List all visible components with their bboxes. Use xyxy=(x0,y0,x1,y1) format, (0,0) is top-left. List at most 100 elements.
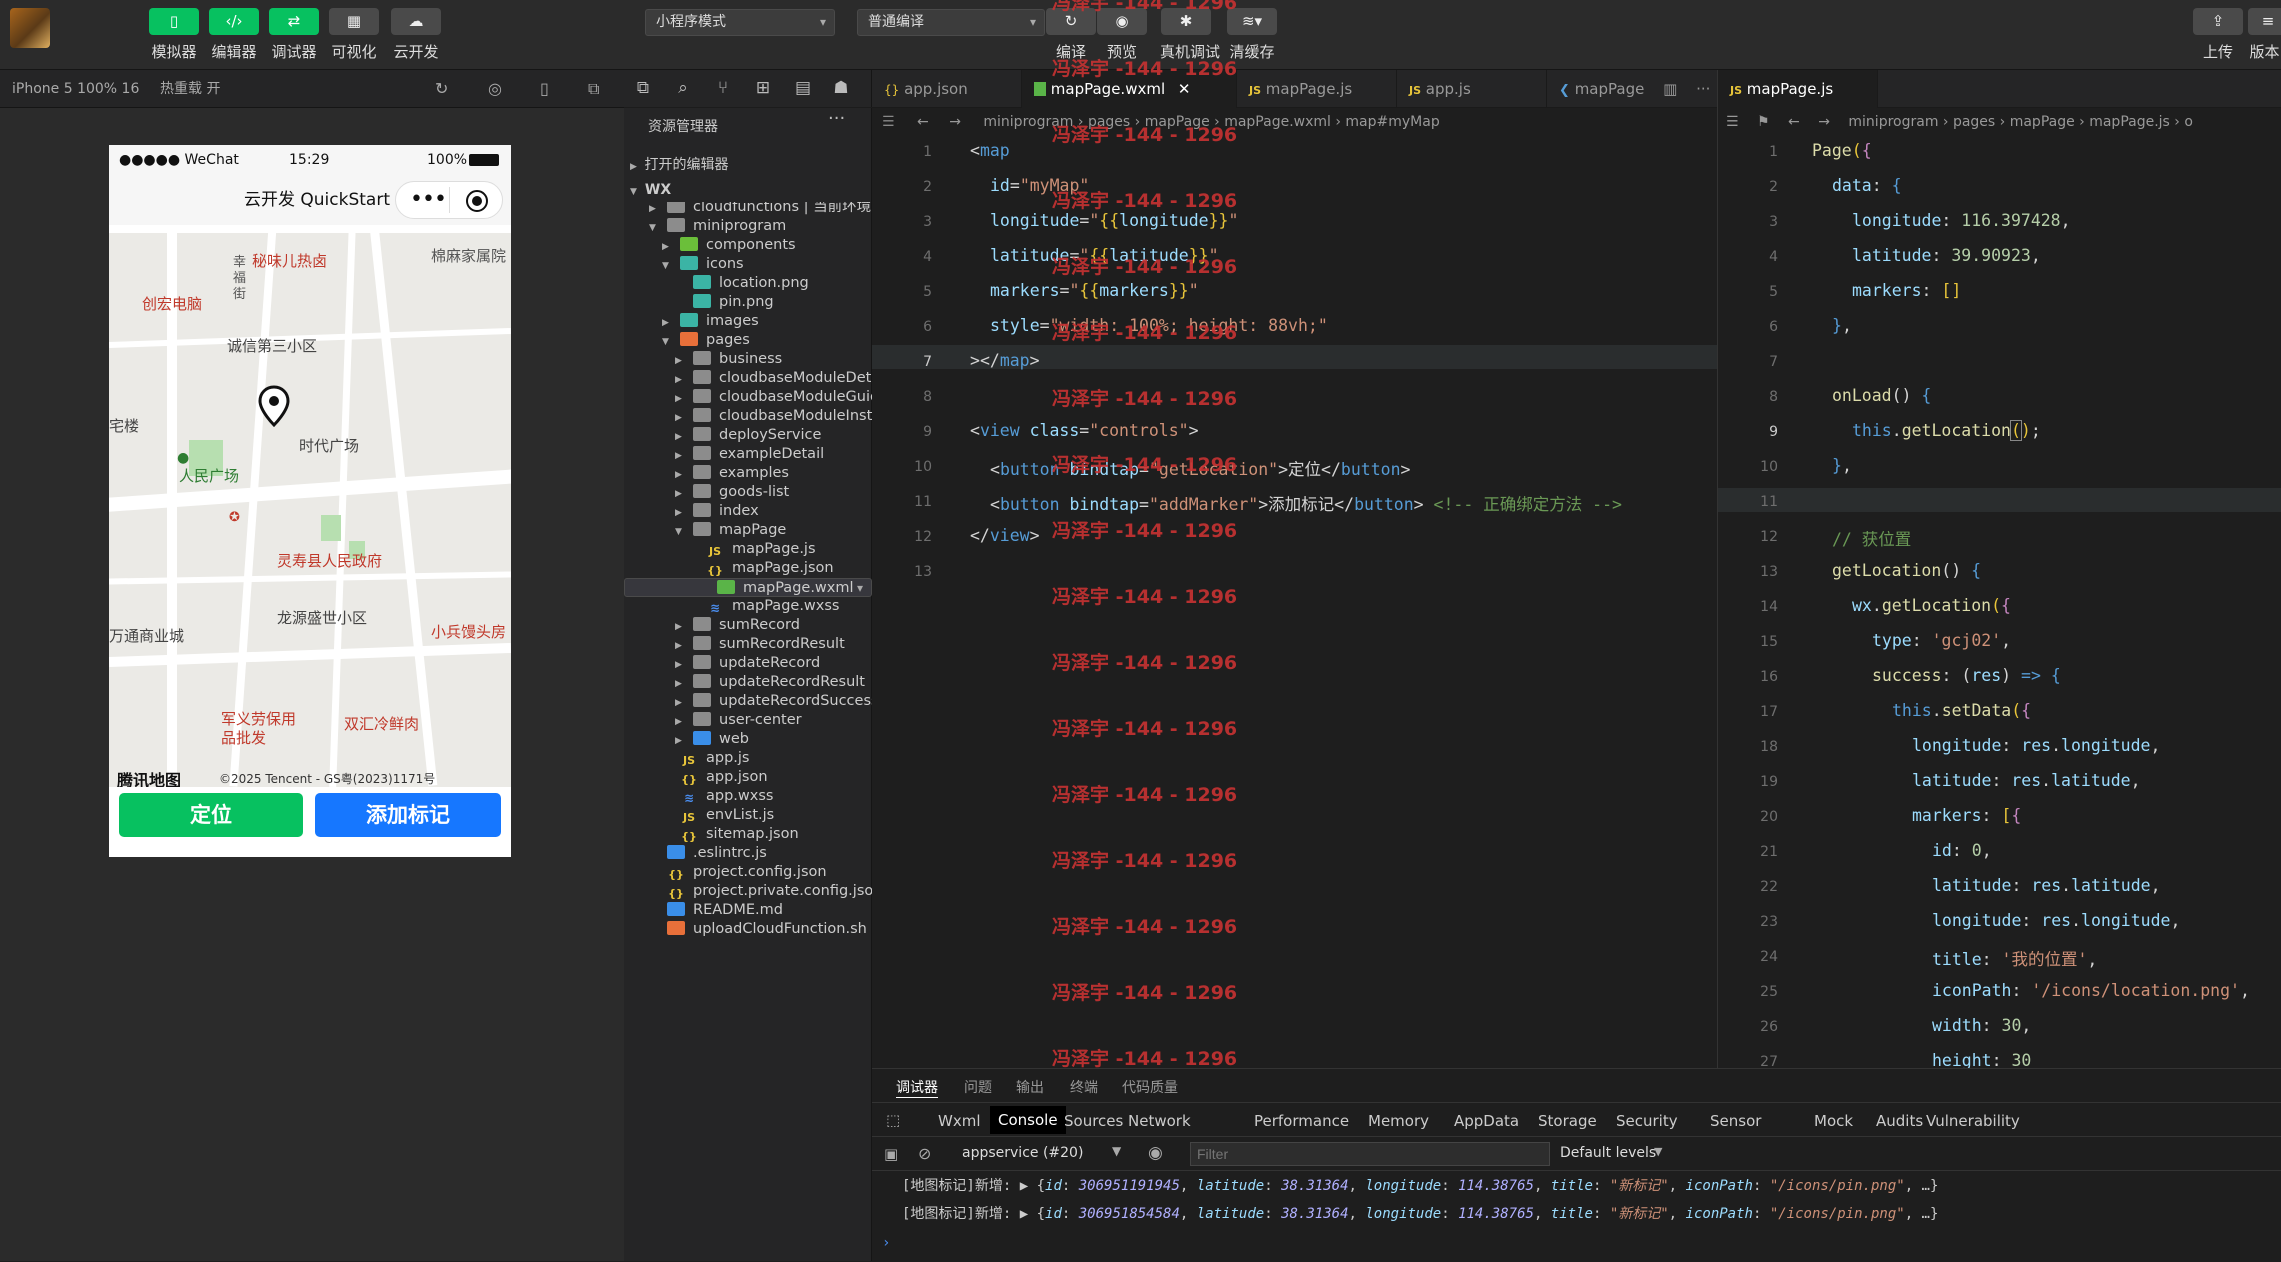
context-select[interactable]: appservice (#20) xyxy=(962,1145,1083,1161)
extensions-icon[interactable]: ⊞ xyxy=(752,78,774,100)
files-icon[interactable]: ⧉ xyxy=(632,78,654,100)
tree-item[interactable]: ▶ updateRecord xyxy=(624,654,872,673)
tree-item[interactable]: {} app.json xyxy=(624,768,872,787)
panel-tab[interactable]: 问题 xyxy=(964,1077,992,1097)
tree-item[interactable]: {} project.private.config.json xyxy=(624,882,872,901)
tree-item[interactable]: ▶ exampleDetail xyxy=(624,445,872,464)
tab-mappage-js[interactable]: JS mapPage.js xyxy=(1237,70,1397,108)
tree-item[interactable]: uploadCloudFunction.sh xyxy=(624,920,872,939)
tree-item[interactable]: ≋ app.wxss xyxy=(624,787,872,806)
tree-item[interactable]: JS app.js xyxy=(624,749,872,768)
tab-mappage-js[interactable]: JS mapPage.js xyxy=(1718,70,1878,108)
record-icon[interactable]: ◎ xyxy=(488,70,502,108)
more-icon[interactable]: ··· xyxy=(1696,80,1710,98)
pages-icon[interactable]: ▤ xyxy=(792,78,814,100)
tree-item[interactable]: JS envList.js xyxy=(624,806,872,825)
mode-select[interactable]: 小程序模式 xyxy=(645,9,835,36)
devtools-tab[interactable]: Network xyxy=(1128,1112,1191,1130)
tree-item[interactable]: ▶ web xyxy=(624,730,872,749)
docker-icon[interactable]: ☗ xyxy=(830,78,852,100)
add-marker-button[interactable]: 添加标记 xyxy=(315,793,501,837)
tree-item[interactable]: ▶ examples xyxy=(624,464,872,483)
panel-tab[interactable]: 代码质量 xyxy=(1122,1077,1178,1097)
visual-toggle-button[interactable]: ▦ 可视化 xyxy=(328,8,380,62)
devtools-tab[interactable]: Storage xyxy=(1538,1112,1597,1130)
tree-item[interactable]: ▶ cloudbaseModuleGuide xyxy=(624,388,872,407)
tree-item[interactable]: ▶ cloudbaseModuleInst... xyxy=(624,407,872,426)
devtools-tab[interactable]: AppData xyxy=(1454,1112,1519,1130)
eye-icon[interactable]: ◉ xyxy=(1148,1143,1163,1163)
tab-app-json[interactable]: {} app.json xyxy=(872,70,1022,108)
devtools-tab[interactable]: Performance xyxy=(1254,1112,1349,1130)
log-levels-select[interactable]: Default levels xyxy=(1560,1145,1656,1161)
console-log-row[interactable]: [地图标记]新增: ▶ {id: 306951854584, latitude:… xyxy=(902,1203,1938,1223)
filter-input[interactable] xyxy=(1190,1142,1550,1166)
tree-item[interactable]: ▶ cloudfunctions | 当前环境 xyxy=(624,202,872,217)
clear-console-icon[interactable]: ⊘ xyxy=(918,1144,931,1163)
capsule-menu[interactable]: ••• xyxy=(395,181,503,219)
search-icon[interactable]: ⌕ xyxy=(672,78,694,100)
editor-toggle-button[interactable]: ‹/› 编辑器 xyxy=(208,8,260,62)
compile-select[interactable]: 普通编译 xyxy=(857,9,1045,36)
devtools-tab[interactable]: Vulnerability xyxy=(1926,1112,2020,1130)
tree-item[interactable]: ▼ miniprogram xyxy=(624,217,872,236)
devtools-tab[interactable]: Wxml xyxy=(938,1112,981,1130)
debugger-toggle-button[interactable]: ⇄ 调试器 xyxy=(268,8,320,62)
workspace-root[interactable]: ▼ WX xyxy=(624,178,872,202)
tree-item[interactable]: ▶ deployService xyxy=(624,426,872,445)
devtools-tab[interactable]: Sensor xyxy=(1710,1112,1761,1130)
tree-item[interactable]: {} project.config.json xyxy=(624,863,872,882)
devtools-tab[interactable]: Audits xyxy=(1876,1112,1923,1130)
devtools-tab[interactable]: Mock xyxy=(1814,1112,1853,1130)
devtools-tab[interactable]: Sources xyxy=(1064,1112,1123,1130)
tree-item[interactable]: mapPage.wxml xyxy=(624,578,872,598)
source-control-icon[interactable]: ⑂ xyxy=(712,78,734,100)
map-marker-icon[interactable] xyxy=(257,385,291,428)
tab-app-js[interactable]: JS app.js xyxy=(1397,70,1547,108)
tree-item[interactable]: README.md xyxy=(624,901,872,920)
tree-item[interactable]: ▶ goods-list xyxy=(624,483,872,502)
panel-tab[interactable]: 终端 xyxy=(1070,1077,1098,1097)
more-icon[interactable]: ••• xyxy=(410,175,447,225)
open-editors-section[interactable]: ▶ 打开的编辑器 xyxy=(624,152,872,178)
popout-icon[interactable]: ⧉ xyxy=(588,70,599,108)
devtools-tab[interactable]: Console xyxy=(990,1106,1066,1134)
tree-item[interactable]: ▶ sumRecord xyxy=(624,616,872,635)
sidebar-toggle-icon[interactable]: ▣ xyxy=(884,1145,898,1163)
devtools-tab[interactable]: Security xyxy=(1616,1112,1678,1130)
tab-mappage-wxss[interactable]: ❮ mapPage ▥ ··· xyxy=(1547,70,1717,108)
tree-item[interactable]: ▶ updateRecordSuccess xyxy=(624,692,872,711)
hot-reload-toggle[interactable]: 热重载 开 xyxy=(160,70,220,108)
avatar[interactable] xyxy=(10,8,50,48)
tree-item[interactable]: location.png xyxy=(624,274,872,293)
devtools-tab[interactable]: Memory xyxy=(1368,1112,1429,1130)
tree-item[interactable]: pin.png xyxy=(624,293,872,312)
tree-item[interactable]: ▼ icons xyxy=(624,255,872,274)
version-button[interactable]: ≡ 版本 xyxy=(2248,8,2281,62)
more-icon[interactable]: ··· xyxy=(828,108,845,129)
tree-item[interactable]: ▶ index xyxy=(624,502,872,521)
tree-item[interactable]: ▶ user-center xyxy=(624,711,872,730)
tree-item[interactable]: ▶ updateRecordResult xyxy=(624,673,872,692)
device-select[interactable]: iPhone 5 100% 16 xyxy=(12,70,139,108)
panel-tab[interactable]: 调试器 xyxy=(896,1077,938,1098)
tree-item[interactable]: ▶ business xyxy=(624,350,872,369)
console-prompt[interactable]: › xyxy=(882,1235,890,1251)
tree-item[interactable]: ▶ components xyxy=(624,236,872,255)
tree-item[interactable]: ▶ cloudbaseModuleDetail xyxy=(624,369,872,388)
tree-item[interactable]: JS mapPage.js xyxy=(624,540,872,559)
split-editor-icon[interactable]: ▥ xyxy=(1663,80,1677,98)
tree-item[interactable]: .eslintrc.js xyxy=(624,844,872,863)
tree-item[interactable]: ▼ mapPage xyxy=(624,521,872,540)
rotate-icon[interactable]: ↻ xyxy=(435,70,448,108)
simulator-toggle-button[interactable]: ▯ 模拟器 xyxy=(148,8,200,62)
inspect-icon[interactable]: ⬚ xyxy=(886,1111,900,1129)
panel-tab[interactable]: 输出 xyxy=(1016,1077,1044,1097)
tree-item[interactable]: ▶ sumRecordResult xyxy=(624,635,872,654)
locate-button[interactable]: 定位 xyxy=(119,793,303,837)
console-log-row[interactable]: [地图标记]新增: ▶ {id: 306951191945, latitude:… xyxy=(902,1175,1938,1195)
map-view[interactable]: 秘味儿热卤 棉麻家属院 幸福街 创宏电脑 诚信第三小区 宅楼 时代广场 人民广场… xyxy=(109,225,511,787)
tree-item[interactable]: ▼ pages xyxy=(624,331,872,350)
upload-button[interactable]: ⇪ 上传 xyxy=(2192,8,2244,62)
tree-item[interactable]: {} sitemap.json xyxy=(624,825,872,844)
